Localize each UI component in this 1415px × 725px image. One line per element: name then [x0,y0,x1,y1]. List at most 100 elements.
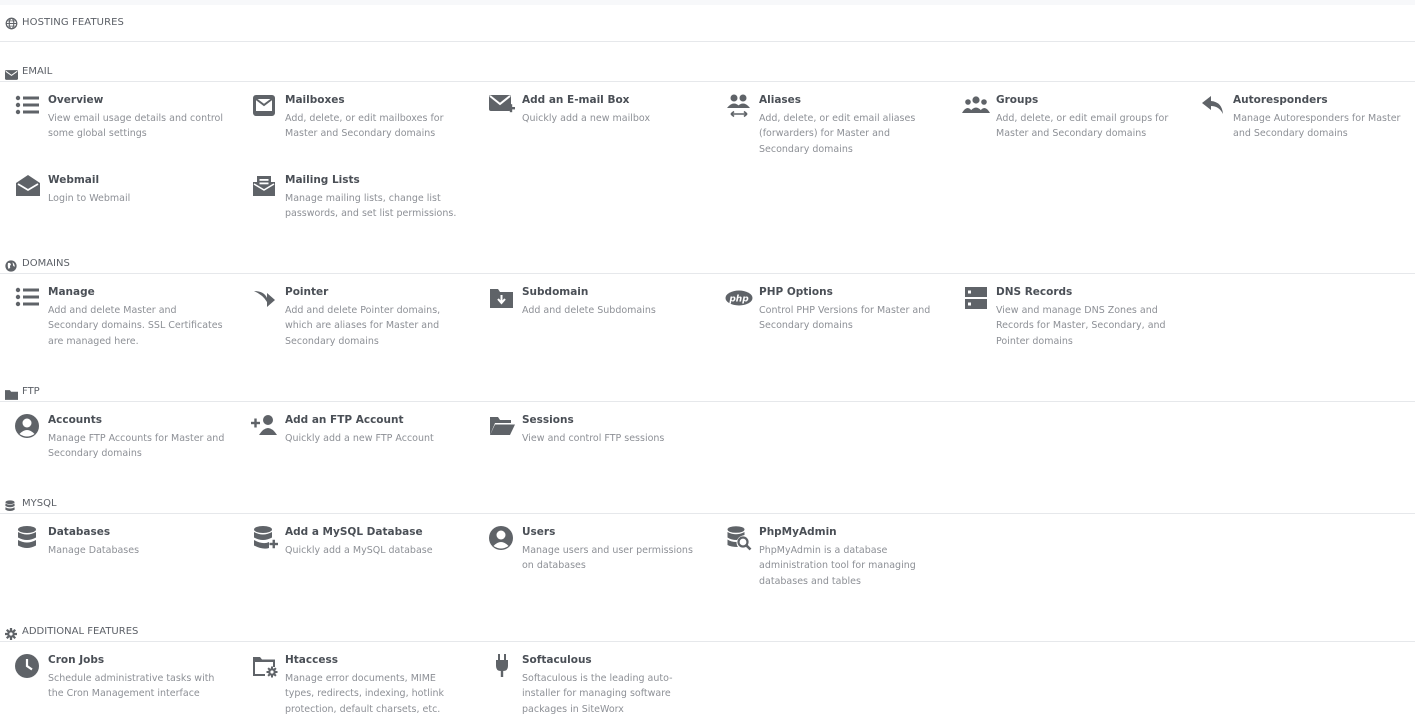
folder-gear-icon [251,653,279,679]
feature-manage[interactable]: Manage Add and delete Master and Seconda… [0,285,225,357]
envelope-open-icon [14,173,42,199]
feature-desc: Manage Databases [48,545,140,556]
feature-desc: Manage error documents, MIME types, redi… [285,673,444,715]
section-header: DOMAINS [0,255,1415,274]
section-header: EMAIL [0,63,1415,82]
feature-pointer[interactable]: Pointer Add and delete Pointer domains, … [237,285,462,357]
plug-icon [488,653,516,679]
feature-desc: Add and delete Pointer domains, which ar… [285,305,441,347]
feature-webmail[interactable]: Webmail Login to Webmail [0,173,225,245]
feature-title: Accounts [48,414,103,426]
group-icon [962,93,990,119]
share-arrow-icon [251,285,279,311]
feature-sessions[interactable]: Sessions View and control FTP sessions [474,413,699,485]
section-domains: DOMAINS Manage Add and delete Master and… [0,255,1415,347]
feature-desc: Softaculous is the leading auto-installe… [522,673,673,715]
feature-databases[interactable]: Databases Manage Databases [0,525,225,597]
feature-add-ftp-account[interactable]: Add an FTP Account Quickly add a new FTP… [237,413,462,485]
feature-desc: Add, delete, or edit mailboxes for Maste… [285,113,444,140]
feature-desc: Add, delete, or edit email groups for Ma… [996,113,1169,140]
section-ftp: FTP Accounts Manage FTP Accounts for Mas… [0,383,1415,459]
svg-text:php: php [728,294,749,304]
feature-php-options[interactable]: php PHP Options Control PHP Versions for… [711,285,936,357]
feature-title: Manage [48,286,95,298]
section-title: MYSQL [22,498,57,509]
mail-bulk-icon [251,173,279,199]
feature-desc: View email usage details and control som… [48,113,223,140]
database-icon [5,497,18,511]
envelope-icon [5,65,18,80]
feature-title: PHP Options [759,286,833,298]
database-icon [14,525,42,551]
feature-mailboxes[interactable]: Mailboxes Add, delete, or edit mailboxes… [237,93,462,165]
globe-icon [5,15,18,30]
feature-title: Pointer [285,286,329,298]
feature-dns-records[interactable]: DNS Records View and manage DNS Zones an… [948,285,1173,357]
feature-title: Groups [996,94,1039,106]
gear-icon [5,625,18,640]
list-icon [14,93,42,119]
section-title: ADDITIONAL FEATURES [22,626,139,637]
section-mysql: MYSQL Databases Manage Databases Add a M… [0,495,1415,587]
feature-title: Mailing Lists [285,174,360,186]
feature-desc: PhpMyAdmin is a database administration … [759,545,916,587]
folder-icon [5,385,18,400]
feature-ftp-accounts[interactable]: Accounts Manage FTP Accounts for Master … [0,413,225,485]
feature-title: Mailboxes [285,94,345,106]
feature-title: Sessions [522,414,574,426]
feature-desc: Manage mailing lists, change list passwo… [285,193,457,220]
feature-title: Autoresponders [1233,94,1328,106]
section-title: DOMAINS [22,258,70,269]
page-title: HOSTING FEATURES [22,17,124,28]
user-circle-icon [14,413,42,439]
feature-title: Aliases [759,94,802,106]
feature-title: Htaccess [285,654,338,666]
feature-cron-jobs[interactable]: Cron Jobs Schedule administrative tasks … [0,653,225,725]
feature-phpmyadmin[interactable]: PhpMyAdmin PhpMyAdmin is a database admi… [711,525,936,597]
feature-title: DNS Records [996,286,1073,298]
globe-solid-icon [5,257,18,272]
folder-open-icon [488,413,516,439]
section-header: FTP [0,383,1415,402]
feature-aliases[interactable]: Aliases Add, delete, or edit email alias… [711,93,936,165]
envelope-plus-icon [488,93,516,119]
feature-htaccess[interactable]: Htaccess Manage error documents, MIME ty… [237,653,462,725]
feature-title: Overview [48,94,104,106]
feature-desc: Control PHP Versions for Master and Seco… [759,305,931,332]
folder-download-icon [488,285,516,311]
top-strip [0,0,1415,5]
feature-autoresponders[interactable]: Autoresponders Manage Autoresponders for… [1185,93,1410,165]
feature-add-mysql-database[interactable]: Add a MySQL Database Quickly add a MySQL… [237,525,462,597]
feature-desc: Manage FTP Accounts for Master and Secon… [48,433,225,460]
section-title: EMAIL [22,66,53,77]
section-title: FTP [22,386,40,397]
feature-desc: View and control FTP sessions [522,433,665,444]
feature-desc: Quickly add a new FTP Account [285,433,434,444]
section-additional-features: ADDITIONAL FEATURES Cron Jobs Schedule a… [0,623,1415,715]
feature-add-email-box[interactable]: Add an E-mail Box Quickly add a new mail… [474,93,699,165]
hosting-features-header: HOSTING FEATURES [0,14,1415,42]
database-search-icon [725,525,753,551]
user-plus-icon [251,413,279,439]
feature-desc: Quickly add a MySQL database [285,545,433,556]
feature-title: Users [522,526,556,538]
feature-subdomain[interactable]: Subdomain Add and delete Subdomains [474,285,699,357]
feature-mailing-lists[interactable]: Mailing Lists Manage mailing lists, chan… [237,173,462,245]
feature-title: Softaculous [522,654,592,666]
user-circle-icon [488,525,516,551]
feature-title: Webmail [48,174,100,186]
php-icon: php [725,285,753,311]
feature-title: Add a MySQL Database [285,526,423,538]
section-email: EMAIL Overview View email usage details … [0,63,1415,219]
feature-overview[interactable]: Overview View email usage details and co… [0,93,225,165]
clock-icon [14,653,42,679]
feature-softaculous[interactable]: Softaculous Softaculous is the leading a… [474,653,699,725]
feature-title: PhpMyAdmin [759,526,837,538]
feature-mysql-users[interactable]: Users Manage users and user permissions … [474,525,699,597]
feature-groups[interactable]: Groups Add, delete, or edit email groups… [948,93,1173,165]
feature-title: Add an E-mail Box [522,94,630,106]
feature-title: Databases [48,526,111,538]
feature-desc: Login to Webmail [48,193,131,204]
feature-desc: Manage users and user permissions on dat… [522,545,693,572]
feature-desc: Add, delete, or edit email aliases (forw… [759,113,916,155]
